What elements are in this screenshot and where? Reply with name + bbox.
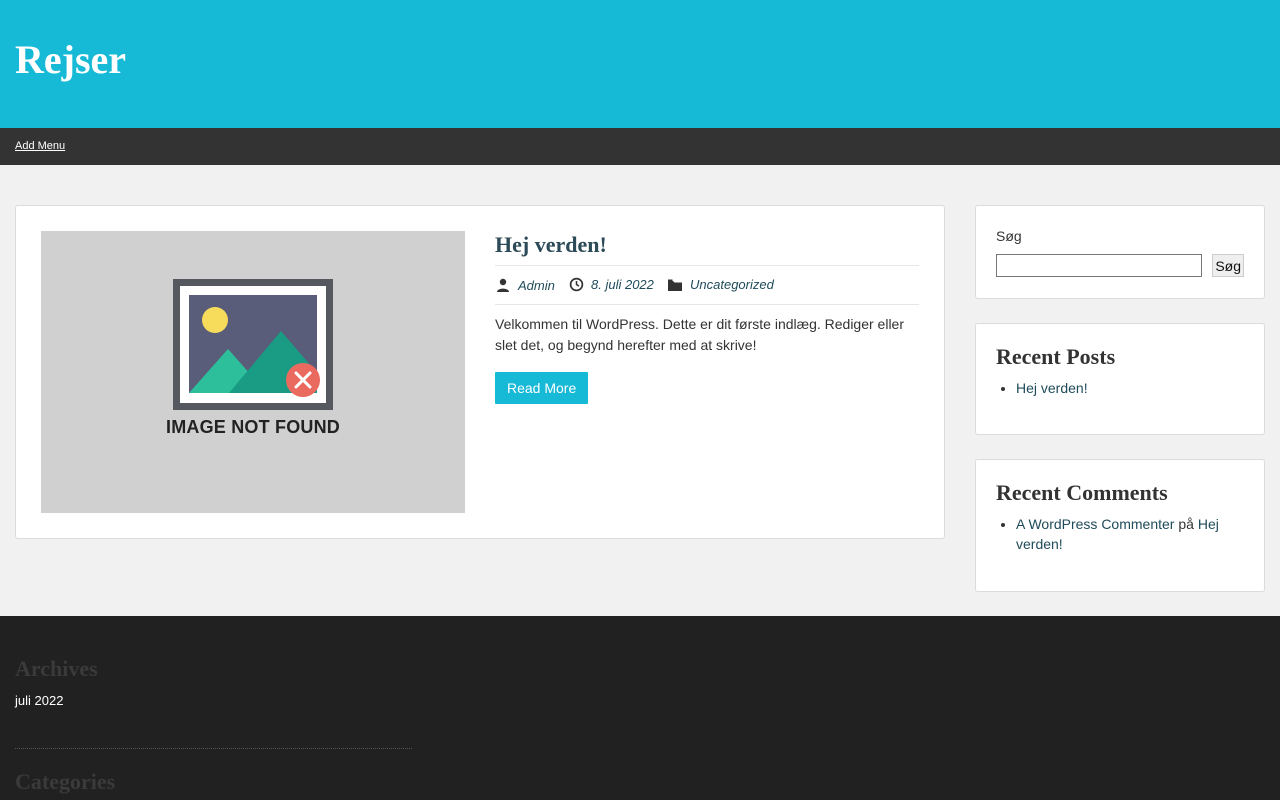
main-nav: Add Menu [0,128,1280,165]
add-menu-link[interactable]: Add Menu [15,140,65,152]
recent-comments-widget: Recent Comments A WordPress Commenter på… [975,459,1265,592]
image-not-found-icon [173,279,333,410]
list-item: Hej verden! [1016,378,1244,398]
post-title-link[interactable]: Hej verden! [495,232,607,257]
comment-author-link[interactable]: A WordPress Commenter [1016,516,1174,532]
image-not-found-text: IMAGE NOT FOUND [166,417,340,437]
archives-title: Archives [15,656,98,681]
folder-icon [668,279,682,291]
categories-title: Categories [15,769,116,794]
post-author[interactable]: Admin [495,277,555,293]
search-widget: Søg Søg [975,205,1265,299]
post-category-text: Uncategorized [690,277,774,292]
recent-posts-title: Recent Posts [996,344,1116,369]
post-author-name: Admin [518,277,555,293]
post-body: Hej verden! Admin 8. juli 2022 Uncategor… [495,231,919,404]
site-header: Rejser [0,0,1280,128]
recent-posts-widget: Recent Posts Hej verden! [975,323,1265,435]
post-date[interactable]: 8. juli 2022 [569,277,654,292]
recent-posts-list: Hej verden! [996,378,1244,398]
recent-comments-list: A WordPress Commenter på Hej verden! [996,514,1244,554]
list-item: A WordPress Commenter på Hej verden! [1016,514,1244,554]
post-category[interactable]: Uncategorized [667,277,774,292]
site-footer: Archives juli 2022 Categories [0,616,1280,800]
footer-divider [15,748,412,749]
search-label: Søg [996,228,1022,244]
post-meta: Admin 8. juli 2022 Uncategorized [495,266,919,305]
archive-link[interactable]: juli 2022 [15,693,63,708]
recent-comments-title: Recent Comments [996,480,1168,505]
site-title[interactable]: Rejser [15,36,126,83]
recent-post-link[interactable]: Hej verden! [1016,380,1088,396]
post-thumbnail[interactable]: IMAGE NOT FOUND [41,231,465,513]
search-form: Søg [996,254,1244,277]
comment-connector: på [1178,516,1198,532]
main-content: IMAGE NOT FOUND Hej verden! Admin 8. jul… [0,165,1280,616]
post-card: IMAGE NOT FOUND Hej verden! Admin 8. jul… [15,205,945,539]
user-icon [497,278,509,292]
read-more-button[interactable]: Read More [495,372,589,404]
post-title: Hej verden! [495,231,919,266]
post-date-text: 8. juli 2022 [591,277,654,292]
search-button[interactable]: Søg [1212,254,1244,277]
clock-icon [569,277,584,292]
search-input[interactable] [996,254,1203,277]
post-excerpt: Velkommen til WordPress. Dette er dit fø… [495,316,905,353]
